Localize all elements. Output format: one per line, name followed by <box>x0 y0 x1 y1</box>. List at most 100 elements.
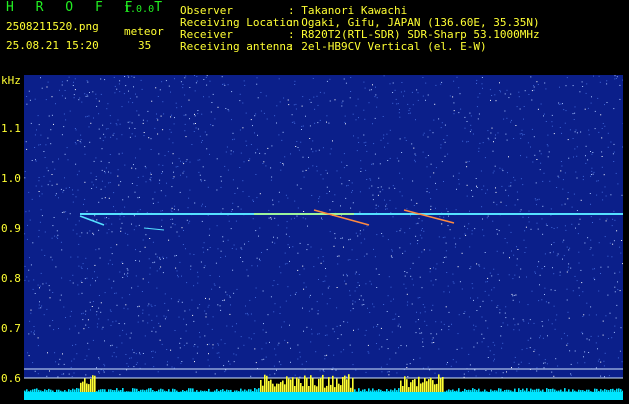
level-bar <box>500 389 502 392</box>
level-bar <box>348 374 350 392</box>
level-bar <box>300 383 302 392</box>
level-bar <box>102 389 104 392</box>
level-bar <box>312 378 314 392</box>
level-bar <box>140 390 142 392</box>
level-bar <box>222 389 224 392</box>
level-bar <box>248 389 250 392</box>
level-bar <box>336 379 338 392</box>
level-bar <box>602 390 604 392</box>
level-bar <box>474 389 476 392</box>
level-bar <box>234 391 236 393</box>
spectrogram-plot <box>24 75 623 400</box>
level-bar <box>490 389 492 392</box>
level-bar <box>164 391 166 392</box>
level-bar <box>226 390 228 392</box>
meteor-streak <box>144 228 164 230</box>
level-bar <box>568 389 570 392</box>
level-bar <box>322 375 324 392</box>
level-bar <box>306 378 308 392</box>
level-bar <box>58 390 60 392</box>
level-bar <box>484 390 486 393</box>
level-bar <box>56 390 58 392</box>
level-bar <box>318 379 320 392</box>
level-bar <box>374 390 376 392</box>
level-bar <box>352 378 354 392</box>
level-bar <box>476 390 478 392</box>
level-bar <box>548 389 550 392</box>
meteor-count: 35 <box>138 40 151 52</box>
level-bar <box>546 388 548 392</box>
level-bar <box>82 382 84 392</box>
level-bar <box>122 388 124 392</box>
level-bar <box>346 379 348 392</box>
level-bar <box>292 377 294 392</box>
level-bar <box>84 378 86 392</box>
level-bar <box>408 387 410 392</box>
level-bar <box>206 391 208 392</box>
level-bar <box>604 389 606 392</box>
level-bar <box>334 387 336 392</box>
level-bar <box>220 390 222 392</box>
level-bar <box>114 390 116 392</box>
level-bar <box>70 390 72 392</box>
level-bar <box>378 389 380 392</box>
level-bar <box>68 389 70 392</box>
level-bar <box>254 388 256 392</box>
level-bar <box>38 390 40 392</box>
level-bar <box>444 392 446 393</box>
level-bar <box>472 388 474 392</box>
level-bar <box>52 391 54 393</box>
level-bar <box>566 391 568 392</box>
level-bar <box>580 390 582 392</box>
level-bar <box>560 390 562 392</box>
level-bar <box>182 390 184 392</box>
file-name: 2508211520.png <box>6 21 99 33</box>
level-bar <box>572 389 574 392</box>
level-bar <box>116 388 118 392</box>
y-tick-1_0: 1.0 <box>1 173 21 185</box>
level-bar <box>184 391 186 392</box>
level-bar <box>494 390 496 392</box>
level-bar <box>330 385 332 392</box>
level-bar <box>430 378 432 392</box>
level-bar <box>174 389 176 392</box>
level-bar <box>40 390 42 392</box>
level-bar <box>586 390 588 392</box>
level-bar <box>422 382 424 392</box>
level-bar <box>134 389 136 393</box>
level-bar <box>88 384 90 392</box>
level-bar <box>466 390 468 392</box>
level-bar <box>448 389 450 392</box>
level-bar <box>260 380 262 392</box>
level-bar <box>316 386 318 392</box>
meteor-streak <box>314 210 369 225</box>
level-bar <box>214 391 216 393</box>
level-bar <box>428 379 430 392</box>
level-bar <box>456 391 458 392</box>
level-bar <box>552 389 554 392</box>
y-tick-1_1: 1.1 <box>1 123 21 135</box>
y-unit-label: kHz <box>1 75 21 87</box>
level-bar <box>398 388 400 392</box>
level-bar <box>478 389 480 392</box>
level-bar <box>538 389 540 392</box>
level-bar <box>36 388 38 392</box>
meteor-label: meteor <box>124 26 164 38</box>
level-bar <box>208 389 210 392</box>
level-bar <box>76 388 78 392</box>
level-bar <box>562 391 564 392</box>
level-bar <box>66 392 68 393</box>
level-bar <box>262 386 264 392</box>
y-tick-0_6: 0.6 <box>1 373 21 385</box>
level-bar <box>72 389 74 392</box>
level-bar <box>224 391 226 392</box>
level-bar <box>564 388 566 392</box>
level-bar <box>286 376 288 392</box>
level-bar <box>26 389 28 392</box>
level-bar <box>502 391 504 392</box>
level-bar <box>302 386 304 392</box>
noise-speckles <box>24 75 623 400</box>
level-bar <box>328 377 330 392</box>
level-bar <box>168 389 170 392</box>
level-bar <box>288 379 290 392</box>
